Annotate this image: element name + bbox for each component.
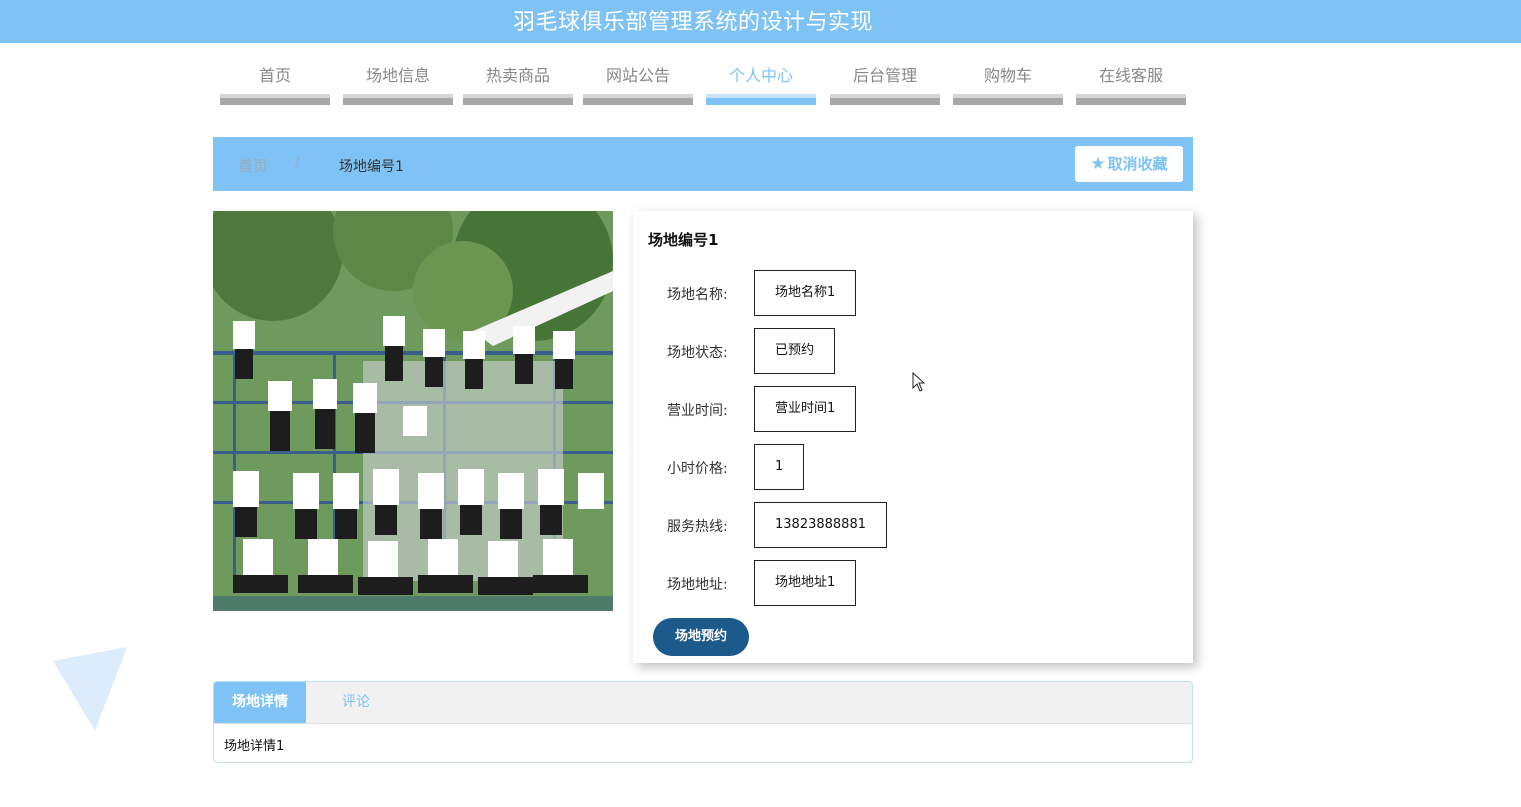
nav-underline xyxy=(343,94,453,105)
unfavorite-label: 取消收藏 xyxy=(1107,155,1168,173)
field-value: 1 xyxy=(754,444,805,490)
field-business-hours: 营业时间: 营业时间1 xyxy=(633,386,1193,432)
nav-item-hot-products[interactable]: 热卖商品 xyxy=(463,60,573,106)
nav-item-profile[interactable]: 个人中心 xyxy=(706,60,816,106)
nav-item-cart[interactable]: 购物车 xyxy=(953,60,1063,106)
detail-tabs: 场地详情 评论 场地详情1 xyxy=(213,681,1193,763)
field-venue-address: 场地地址: 场地地址1 xyxy=(633,560,1193,606)
nav-item-label: 后台管理 xyxy=(852,66,917,85)
field-venue-status: 场地状态: 已预约 xyxy=(633,328,1193,374)
tab-content: 场地详情1 xyxy=(224,739,285,754)
field-label: 营业时间: xyxy=(667,403,728,419)
field-label: 服务热线: xyxy=(667,519,728,535)
venue-photo xyxy=(213,211,613,611)
breadcrumb-current: 场地编号1 xyxy=(339,159,404,175)
field-label: 小时价格: xyxy=(667,461,728,477)
nav-item-announcements[interactable]: 网站公告 xyxy=(583,60,693,106)
field-label: 场地地址: xyxy=(667,577,728,593)
book-venue-button[interactable]: 场地预约 xyxy=(653,618,749,656)
tab-venue-details[interactable]: 场地详情 xyxy=(214,682,306,723)
nav-item-label: 网站公告 xyxy=(605,66,670,85)
nav-underline xyxy=(220,94,330,105)
nav-underline xyxy=(830,94,940,105)
star-icon: ★ xyxy=(1090,154,1106,174)
nav-item-label: 热卖商品 xyxy=(485,66,550,85)
field-label: 场地名称: xyxy=(667,287,728,303)
field-value: 13823888881 xyxy=(754,502,887,548)
nav-underline xyxy=(953,94,1063,105)
tab-header: 场地详情 评论 xyxy=(214,682,1192,724)
field-value: 场地地址1 xyxy=(754,560,857,606)
nav-underline xyxy=(706,94,816,105)
field-value: 已预约 xyxy=(754,328,836,374)
nav-item-label: 购物车 xyxy=(983,66,1032,85)
breadcrumb-separator: / xyxy=(295,156,300,171)
field-label: 场地状态: xyxy=(667,345,728,361)
nav-underline xyxy=(463,94,573,105)
nav-item-label: 个人中心 xyxy=(728,66,793,85)
nav-item-label: 首页 xyxy=(258,66,291,85)
main-nav: 首页 场地信息 热卖商品 网站公告 个人中心 后台管理 购物车 在线客服 xyxy=(0,60,1521,110)
nav-item-home[interactable]: 首页 xyxy=(220,60,330,106)
nav-underline xyxy=(583,94,693,105)
mouse-cursor-icon xyxy=(912,372,926,392)
nav-underline xyxy=(1076,94,1186,105)
unfavorite-button[interactable]: ★ 取消收藏 xyxy=(1075,146,1183,182)
venue-info-panel: 场地编号1 场地名称: 场地名称1 场地状态: 已预约 营业时间: 营业时间1 … xyxy=(633,211,1193,663)
field-value: 营业时间1 xyxy=(754,386,857,432)
venue-photo-image xyxy=(213,211,613,611)
decorative-triangle xyxy=(53,647,127,731)
field-value: 场地名称1 xyxy=(754,270,857,316)
nav-item-venues[interactable]: 场地信息 xyxy=(343,60,453,106)
breadcrumb-home-link[interactable]: 首页 xyxy=(238,155,268,176)
field-venue-name: 场地名称: 场地名称1 xyxy=(633,270,1193,316)
field-hourly-price: 小时价格: 1 xyxy=(633,444,1193,490)
tab-comments[interactable]: 评论 xyxy=(306,682,406,723)
nav-item-admin[interactable]: 后台管理 xyxy=(830,60,940,106)
site-header: 羽毛球俱乐部管理系统的设计与实现 xyxy=(0,0,1521,43)
field-service-hotline: 服务热线: 13823888881 xyxy=(633,502,1193,548)
nav-item-label: 场地信息 xyxy=(365,66,430,85)
venue-title: 场地编号1 xyxy=(648,231,719,249)
nav-item-support[interactable]: 在线客服 xyxy=(1076,60,1186,106)
site-title: 羽毛球俱乐部管理系统的设计与实现 xyxy=(512,10,873,35)
nav-item-label: 在线客服 xyxy=(1098,66,1163,85)
breadcrumb: 首页 / 场地编号1 ★ 取消收藏 xyxy=(213,137,1193,191)
